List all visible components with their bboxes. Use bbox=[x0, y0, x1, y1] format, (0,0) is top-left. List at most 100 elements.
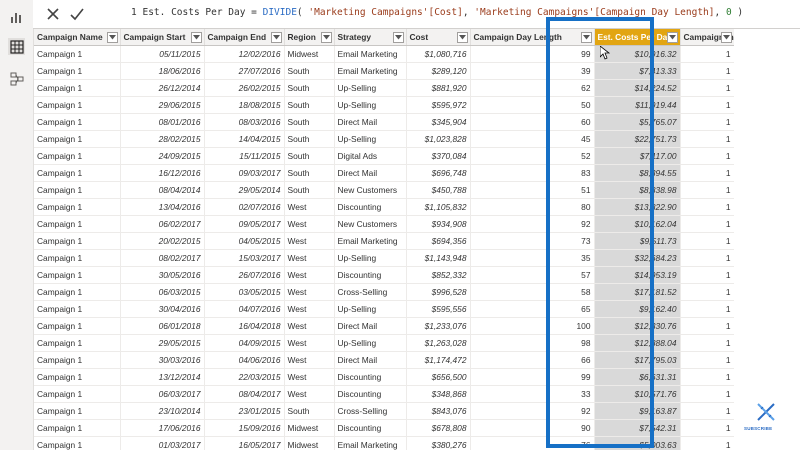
cell-strategy[interactable]: Discounting bbox=[334, 419, 407, 437]
cell-strategy[interactable]: Direct Mail bbox=[334, 164, 407, 182]
table-row[interactable]: Campaign 1 24/09/2015 15/11/2015 South Digit… bbox=[34, 147, 734, 165]
cell-campaign-end[interactable]: 09/03/2017 bbox=[204, 164, 285, 182]
table-row[interactable]: Campaign 1 29/05/2015 04/09/2015 West Up-Sel… bbox=[34, 334, 734, 352]
cell-est-costs-per-day[interactable]: $10,571.76 bbox=[594, 385, 681, 403]
cell-campaign-day-length[interactable]: 52 bbox=[470, 147, 595, 165]
cell-est-costs-per-day[interactable]: $8,394.55 bbox=[594, 164, 681, 182]
cell-cost[interactable]: $696,748 bbox=[406, 164, 471, 182]
cell-campaign-day-length[interactable]: 58 bbox=[470, 283, 595, 301]
cell-region[interactable]: West bbox=[284, 266, 335, 284]
cell-campaign-end[interactable]: 04/06/2016 bbox=[204, 351, 285, 369]
cell-campaign-name[interactable]: Campaign 1 bbox=[34, 402, 121, 420]
data-view-icon[interactable] bbox=[8, 38, 25, 55]
formula-bar[interactable]: 1 Est. Costs Per Day = DIVIDE( 'Marketin… bbox=[33, 0, 800, 29]
column-header-strategy[interactable]: Strategy bbox=[334, 29, 407, 46]
table-row[interactable]: Campaign 1 20/02/2015 04/05/2015 West Email … bbox=[34, 232, 734, 250]
cell-campaign-end[interactable]: 15/03/2017 bbox=[204, 249, 285, 267]
cell-campaign-day-length[interactable]: 76 bbox=[470, 436, 595, 450]
cell-cost[interactable]: $1,143,948 bbox=[406, 249, 471, 267]
cell-strategy[interactable]: Email Marketing bbox=[334, 232, 407, 250]
cell-est-costs-per-day[interactable]: $14,953.19 bbox=[594, 266, 681, 284]
formula-text[interactable]: 1 Est. Costs Per Day = DIVIDE( 'Marketin… bbox=[131, 7, 743, 18]
sort-filter-icon[interactable] bbox=[720, 32, 732, 43]
table-row[interactable]: Campaign 1 06/01/2018 16/04/2018 West Direct… bbox=[34, 317, 734, 335]
column-header-region[interactable]: Region bbox=[284, 29, 335, 46]
column-header-cost[interactable]: Cost bbox=[406, 29, 471, 46]
cell-est-costs-per-day[interactable]: $7,542.31 bbox=[594, 419, 681, 437]
cell-campaign-day-length[interactable]: 92 bbox=[470, 402, 595, 420]
cell-strategy[interactable]: Email Marketing bbox=[334, 436, 407, 450]
cell-campaign-day-length[interactable]: 92 bbox=[470, 215, 595, 233]
cell-region[interactable]: West bbox=[284, 317, 335, 335]
cell-campaign-day-length[interactable]: 73 bbox=[470, 232, 595, 250]
commit-check-icon[interactable] bbox=[69, 6, 85, 22]
cell-campaign-index[interactable]: 1 bbox=[680, 266, 734, 284]
cell-est-costs-per-day[interactable]: $13,822.90 bbox=[594, 198, 681, 216]
cell-campaign-name[interactable]: Campaign 1 bbox=[34, 266, 121, 284]
cell-campaign-end[interactable]: 03/05/2015 bbox=[204, 283, 285, 301]
cell-est-costs-per-day[interactable]: $14,224.52 bbox=[594, 79, 681, 97]
cell-campaign-start[interactable]: 20/02/2015 bbox=[120, 232, 205, 250]
cell-campaign-start[interactable]: 29/06/2015 bbox=[120, 96, 205, 114]
cell-campaign-start[interactable]: 08/01/2016 bbox=[120, 113, 205, 131]
cell-campaign-end[interactable]: 09/05/2017 bbox=[204, 215, 285, 233]
cell-region[interactable]: West bbox=[284, 249, 335, 267]
cell-campaign-day-length[interactable]: 57 bbox=[470, 266, 595, 284]
cell-cost[interactable]: $996,528 bbox=[406, 283, 471, 301]
cell-strategy[interactable]: Direct Mail bbox=[334, 351, 407, 369]
cell-campaign-start[interactable]: 06/03/2017 bbox=[120, 385, 205, 403]
cell-campaign-index[interactable]: 1 bbox=[680, 164, 734, 182]
table-row[interactable]: Campaign 1 13/04/2016 02/07/2016 West Discou… bbox=[34, 198, 734, 216]
cell-campaign-end[interactable]: 15/09/2016 bbox=[204, 419, 285, 437]
cell-campaign-day-length[interactable]: 50 bbox=[470, 96, 595, 114]
cell-region[interactable]: West bbox=[284, 385, 335, 403]
cell-campaign-index[interactable]: 1 bbox=[680, 385, 734, 403]
cell-campaign-name[interactable]: Campaign 1 bbox=[34, 232, 121, 250]
cell-campaign-day-length[interactable]: 33 bbox=[470, 385, 595, 403]
cell-cost[interactable]: $1,233,076 bbox=[406, 317, 471, 335]
cell-strategy[interactable]: Up-Selling bbox=[334, 96, 407, 114]
cell-cost[interactable]: $1,263,028 bbox=[406, 334, 471, 352]
cell-campaign-end[interactable]: 26/02/2015 bbox=[204, 79, 285, 97]
filter-dropdown-icon[interactable] bbox=[666, 32, 678, 43]
column-header-campaign-name[interactable]: Campaign Name bbox=[34, 29, 121, 46]
cell-est-costs-per-day[interactable]: $12,888.04 bbox=[594, 334, 681, 352]
cell-region[interactable]: West bbox=[284, 300, 335, 318]
cell-region[interactable]: Midwest bbox=[284, 436, 335, 450]
cell-campaign-day-length[interactable]: 83 bbox=[470, 164, 595, 182]
cell-campaign-index[interactable]: 1 bbox=[680, 249, 734, 267]
cell-campaign-end[interactable]: 02/07/2016 bbox=[204, 198, 285, 216]
cell-strategy[interactable]: New Customers bbox=[334, 215, 407, 233]
cell-campaign-index[interactable]: 1 bbox=[680, 351, 734, 369]
cell-campaign-name[interactable]: Campaign 1 bbox=[34, 181, 121, 199]
cell-strategy[interactable]: Discounting bbox=[334, 266, 407, 284]
filter-dropdown-icon[interactable] bbox=[456, 32, 468, 43]
cell-campaign-name[interactable]: Campaign 1 bbox=[34, 368, 121, 386]
table-row[interactable]: Campaign 1 05/11/2015 12/02/2016 Midwest Ema… bbox=[34, 45, 734, 63]
cell-campaign-end[interactable]: 14/04/2015 bbox=[204, 130, 285, 148]
filter-dropdown-icon[interactable] bbox=[580, 32, 592, 43]
column-header-campaign-index[interactable]: Campaign Index bbox=[680, 29, 734, 46]
table-row[interactable]: Campaign 1 23/10/2014 23/01/2015 South Cross… bbox=[34, 402, 734, 420]
cell-campaign-name[interactable]: Campaign 1 bbox=[34, 351, 121, 369]
cell-campaign-index[interactable]: 1 bbox=[680, 334, 734, 352]
column-header-campaign-day-length[interactable]: Campaign Day Length bbox=[470, 29, 595, 46]
cell-strategy[interactable]: Up-Selling bbox=[334, 249, 407, 267]
cell-campaign-day-length[interactable]: 90 bbox=[470, 419, 595, 437]
cell-strategy[interactable]: Discounting bbox=[334, 368, 407, 386]
cell-campaign-end[interactable]: 12/02/2016 bbox=[204, 45, 285, 63]
table-row[interactable]: Campaign 1 16/12/2016 09/03/2017 South Direc… bbox=[34, 164, 734, 182]
cell-campaign-end[interactable]: 16/05/2017 bbox=[204, 436, 285, 450]
table-row[interactable]: Campaign 1 28/02/2015 14/04/2015 South Up-Se… bbox=[34, 130, 734, 148]
cell-est-costs-per-day[interactable]: $32,684.23 bbox=[594, 249, 681, 267]
filter-dropdown-icon[interactable] bbox=[320, 32, 332, 43]
cell-cost[interactable]: $1,023,828 bbox=[406, 130, 471, 148]
cell-cost[interactable]: $348,868 bbox=[406, 385, 471, 403]
table-row[interactable]: Campaign 1 17/06/2016 15/09/2016 Midwest Dis… bbox=[34, 419, 734, 437]
cell-est-costs-per-day[interactable]: $7,413.33 bbox=[594, 62, 681, 80]
subscribe-label[interactable]: SUBSCRIBE bbox=[744, 426, 772, 431]
cell-est-costs-per-day[interactable]: $9,511.73 bbox=[594, 232, 681, 250]
cell-cost[interactable]: $1,105,832 bbox=[406, 198, 471, 216]
cell-campaign-index[interactable]: 1 bbox=[680, 419, 734, 437]
cell-strategy[interactable]: Digital Ads bbox=[334, 147, 407, 165]
